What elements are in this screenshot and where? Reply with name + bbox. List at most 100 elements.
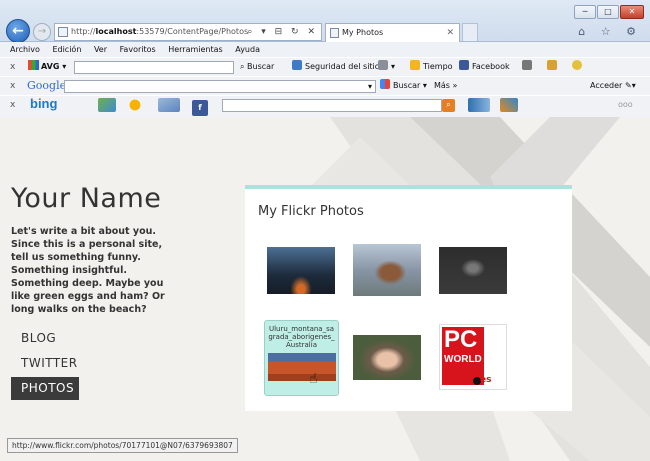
google-logo[interactable]: Google	[27, 77, 66, 95]
envelope-icon	[158, 98, 180, 112]
menu-ayuda[interactable]: Ayuda	[235, 45, 260, 54]
google-search-label: Buscar	[393, 81, 421, 90]
hand-cursor-icon: ☝	[309, 371, 318, 387]
nav-blog[interactable]: BLOG	[11, 327, 79, 350]
sun-icon	[126, 98, 144, 112]
site-safety-button[interactable]: Seguridad del sitio	[292, 58, 380, 76]
google-toolbar: x Google ▾ Buscar ▾ Más » Acceder ✎▾	[0, 76, 650, 95]
web-page: Your Name Let's write a bit about you. S…	[0, 117, 650, 461]
pcworld-es: es	[480, 375, 492, 385]
avg-search-button[interactable]: ⌕ Buscar	[240, 58, 274, 76]
photo-thumb-portrait[interactable]	[353, 335, 421, 380]
menu-edicion[interactable]: Edición	[52, 45, 81, 54]
avg-logo-text: AVG	[41, 62, 60, 71]
menu-ver[interactable]: Ver	[94, 45, 107, 54]
photo-hover-caption: Uluru_montana_sagrada_aborigenes_Austral…	[268, 325, 335, 349]
google-g-icon	[380, 79, 390, 89]
google-more-button[interactable]: Más »	[434, 77, 457, 95]
menu-bar: Archivo Edición Ver Favoritos Herramient…	[0, 42, 650, 57]
wrench-icon[interactable]: ✎▾	[625, 77, 636, 95]
avg-dropdown-icon[interactable]: ▾	[62, 62, 66, 71]
weather-button[interactable]: Tiempo	[410, 58, 453, 76]
facebook-label: Facebook	[472, 62, 510, 71]
avg-toolbar: x AVG ▾ ⌕ Buscar Seguridad del sitio ▾ T…	[0, 57, 650, 76]
site-title: Your Name	[11, 183, 162, 214]
sun-cloud-icon	[410, 60, 420, 70]
url-prefix: http://	[71, 27, 96, 36]
flickr-panel-title: My Flickr Photos	[258, 204, 364, 219]
google-search-button[interactable]: Buscar ▾	[380, 77, 427, 95]
back-button[interactable]: ←	[6, 19, 30, 43]
bing-toolbar-close-icon[interactable]: x	[10, 96, 15, 114]
calculator-icon	[522, 60, 532, 70]
bing-search-input[interactable]	[222, 99, 442, 112]
photo-thumb-forest-night[interactable]	[267, 247, 335, 294]
home-favorites-settings-icons[interactable]: ⌂ ☆ ⚙	[578, 25, 642, 38]
weather-label: Tiempo	[423, 62, 453, 71]
status-bar-url: http://www.flickr.com/photos/70177101@N0…	[7, 438, 238, 453]
minimize-button[interactable]: ─	[574, 5, 596, 19]
maps-icon[interactable]	[500, 98, 521, 118]
new-tab-button[interactable]	[462, 23, 478, 41]
menu-favoritos[interactable]: Favoritos	[120, 45, 156, 54]
flickr-photos-panel: My Flickr Photos Uluru_montana_sagrada_a…	[245, 185, 572, 411]
magnifier-icon: ⌕	[240, 62, 245, 71]
bing-search-button[interactable]: ⌕	[442, 99, 455, 112]
photo-thumb-pcworld-logo[interactable]: PC WORLD es	[439, 324, 507, 390]
avg-search-label: Buscar	[247, 62, 275, 71]
window-controls: ─ □ ✕	[573, 5, 644, 19]
photos-icon[interactable]	[98, 98, 119, 118]
avg-logo-icon	[28, 60, 39, 70]
menu-archivo[interactable]: Archivo	[10, 45, 40, 54]
tab-close-icon[interactable]: ✕	[446, 24, 454, 42]
tab-page-icon	[330, 28, 339, 38]
pcworld-world: WORLD	[444, 354, 482, 365]
calculator-button[interactable]	[522, 58, 535, 76]
bing-facebook-icon[interactable]: f	[192, 98, 211, 116]
google-search-input[interactable]: ▾	[64, 80, 376, 93]
close-window-button[interactable]: ✕	[620, 5, 644, 19]
avg-toolbar-close-icon[interactable]: x	[10, 58, 15, 76]
facebook-f-icon: f	[192, 100, 208, 116]
notepad-button[interactable]	[547, 58, 560, 76]
address-bar[interactable]: http://localhost:53579/ContentPage/Photo…	[54, 23, 322, 41]
facebook-icon	[459, 60, 469, 70]
photo-thumb-uluru[interactable]: Uluru_montana_sagrada_aborigenes_Austral…	[264, 320, 339, 396]
compass-icon	[500, 98, 518, 112]
bing-more-icon[interactable]: ooo	[618, 96, 633, 114]
avg-tool-button[interactable]: ▾	[378, 58, 395, 76]
weather-sun-icon[interactable]	[126, 98, 147, 118]
google-search-dropdown-icon[interactable]: ▾	[368, 78, 372, 96]
menu-herramientas[interactable]: Herramientas	[168, 45, 223, 54]
site-bio: Let's write a bit about you. Since this …	[11, 226, 165, 315]
video-icon[interactable]	[468, 98, 493, 118]
mail-icon[interactable]	[158, 98, 183, 118]
tab-title: My Photos	[342, 28, 384, 37]
photos-icon-shape	[98, 98, 116, 112]
google-signin-link[interactable]: Acceder	[590, 77, 622, 95]
photo-thumb-dark[interactable]	[439, 247, 507, 294]
tab-my-photos[interactable]: My Photos ✕	[325, 23, 460, 42]
notepad-icon	[547, 60, 557, 70]
forward-button[interactable]: →	[33, 23, 51, 41]
bing-logo[interactable]: bing	[30, 95, 57, 113]
nav-twitter[interactable]: TWITTER	[11, 352, 79, 375]
trash-icon	[378, 60, 388, 70]
browser-titlebar: ← → http://localhost:53579/ContentPage/P…	[0, 0, 650, 43]
avg-logo[interactable]: AVG ▾	[28, 58, 66, 76]
google-logo-text: Google	[27, 79, 67, 92]
page-icon	[58, 27, 68, 37]
film-icon	[468, 98, 490, 112]
avg-search-input[interactable]	[74, 61, 234, 74]
url-host: localhost	[95, 27, 137, 36]
site-safety-label: Seguridad del sitio	[305, 62, 380, 71]
google-toolbar-close-icon[interactable]: x	[10, 77, 15, 95]
facebook-button[interactable]: Facebook	[459, 58, 510, 76]
bing-toolbar: x bing f ⌕ ooo	[0, 95, 650, 117]
url-rest: :53579/ContentPage/Photos	[136, 27, 249, 36]
maximize-button[interactable]: □	[597, 5, 619, 19]
address-tools-icons[interactable]: ⌕ ▾ ⊟ ↻ ✕	[247, 24, 318, 40]
nav-photos[interactable]: PHOTOS	[11, 377, 79, 400]
search-settings-button[interactable]	[572, 58, 585, 76]
photo-thumb-woman-lake[interactable]	[353, 244, 421, 296]
